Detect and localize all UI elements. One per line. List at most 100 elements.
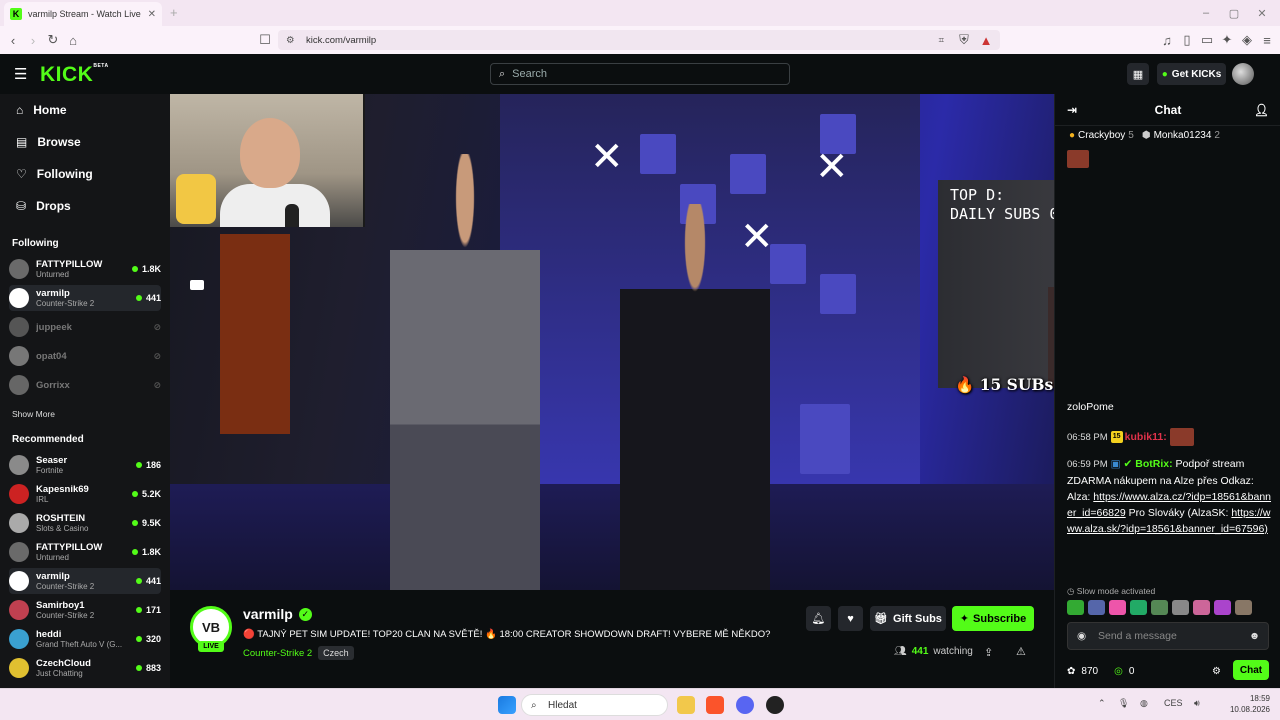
sidebar-channel[interactable]: CzechCloud Just Chatting 883	[9, 655, 161, 681]
viewer-count: 883	[145, 663, 161, 673]
language-tag[interactable]: Czech	[318, 646, 354, 660]
sidebar-channel[interactable]: varmilp Counter-Strike 2 441	[9, 285, 161, 311]
brave-browser-icon[interactable]	[706, 696, 724, 714]
channel-name[interactable]: varmilp	[243, 606, 293, 622]
emote-button[interactable]	[1214, 600, 1231, 615]
translate-icon[interactable]: ⌗	[939, 35, 944, 46]
taskbar-search-input[interactable]: ⌕ Hledat	[521, 694, 668, 716]
gifter-item[interactable]: ⬢ Monka01234 2	[1142, 130, 1220, 141]
back-icon[interactable]: ‹	[4, 31, 22, 49]
emote-button[interactable]	[1109, 600, 1126, 615]
wall-tile	[800, 404, 850, 474]
file-explorer-icon[interactable]	[677, 696, 695, 714]
chat-settings-badge-icon[interactable]: ◉	[1077, 630, 1086, 642]
sidebar-channel[interactable]: Seaser Fortnite 186	[9, 452, 161, 478]
maximize-icon[interactable]: ▢	[1224, 4, 1244, 22]
sidebar-channel[interactable]: Gorrixx ⊘	[9, 372, 161, 398]
emoji-icon[interactable]: ☻	[1249, 630, 1260, 642]
channel-viewers: 320	[135, 634, 161, 644]
network-icon[interactable]: ◍	[1140, 698, 1148, 709]
emote-button[interactable]	[1088, 600, 1105, 615]
vpn-icon[interactable]: ◈	[1238, 31, 1256, 49]
sidebar-channel[interactable]: FATTYPILLOW Unturned 1.8K	[9, 539, 161, 565]
wallet-icon[interactable]: ▭	[1198, 31, 1216, 49]
media-icon[interactable]: ♫	[1158, 31, 1176, 49]
new-tab-icon[interactable]: +	[170, 5, 178, 20]
sidebar-channel[interactable]: Samirboy1 Counter-Strike 2 171	[9, 597, 161, 623]
emote-button[interactable]	[1172, 600, 1189, 615]
notification-bell-button[interactable]: 🔔︎	[806, 606, 831, 631]
category-link[interactable]: Counter-Strike 2	[243, 648, 312, 659]
report-icon[interactable]: ⚠	[1016, 645, 1026, 658]
sidebar-channel[interactable]: FATTYPILLOW Unturned 1.8K	[9, 256, 161, 282]
close-window-icon[interactable]: ✕	[1252, 4, 1272, 22]
channel-game: Unturned	[36, 270, 69, 279]
sidebar-toggle-icon[interactable]: ▯	[1178, 31, 1196, 49]
kick-logo[interactable]: KICKBETA	[40, 63, 109, 87]
sidebar-channel[interactable]: juppeek ⊘	[9, 314, 161, 340]
tray-expand-icon[interactable]: ⌃	[1098, 698, 1106, 709]
chat-send-button[interactable]: Chat	[1233, 660, 1269, 680]
rewards-icon[interactable]: ▲	[977, 31, 995, 49]
sidebar-channel[interactable]: ROSHTEIN Slots & Casino 9.5K	[9, 510, 161, 536]
sidebar-channel[interactable]: Kapesnik69 IRL 5.2K	[9, 481, 161, 507]
url-field[interactable]: ⚙ kick.com/varmilp ⌗	[278, 30, 1000, 50]
clock-date: 10.08.2026	[1229, 705, 1270, 714]
channel-game: Just Chatting	[36, 669, 83, 678]
brave-shield-icon[interactable]: ⛨	[955, 31, 973, 49]
browser-tab[interactable]: K varmilp Stream - Watch Live ... ✕	[4, 2, 162, 26]
message-user[interactable]: kubik11:	[1125, 431, 1167, 443]
chat-users-icon[interactable]: 👤︎	[1254, 103, 1269, 117]
subscribe-button[interactable]: ✦ Subscribe	[952, 606, 1034, 631]
bookmark-icon[interactable]: ☐	[256, 31, 274, 49]
search-input[interactable]: ⌕ Search	[490, 63, 790, 85]
wall-tile	[730, 154, 766, 194]
nav-browse[interactable]: ▤ Browse	[16, 132, 81, 152]
leo-icon[interactable]: ✦	[1218, 31, 1236, 49]
get-kicks-button[interactable]: ● Get KICKs	[1157, 63, 1226, 85]
collapse-chat-icon[interactable]: ⇥	[1067, 103, 1077, 117]
nav-drops[interactable]: ⛁ Drops	[16, 196, 71, 216]
emote-button[interactable]	[1151, 600, 1168, 615]
emote-button[interactable]	[1067, 600, 1084, 615]
minimize-icon[interactable]: –	[1196, 4, 1216, 22]
sidebar-channel[interactable]: opat04 ⊘	[9, 343, 161, 369]
reload-icon[interactable]: ↻	[44, 31, 62, 49]
start-icon[interactable]	[498, 696, 516, 714]
search-icon: ⌕	[499, 67, 506, 80]
home-icon[interactable]: ⌂	[64, 31, 82, 49]
sidebar-channel[interactable]: heddi Grand Theft Auto V (G... 320	[9, 626, 161, 652]
user-avatar[interactable]	[1232, 63, 1254, 85]
nav-following[interactable]: ♡ Following	[16, 164, 93, 184]
gifter-name: Monka01234	[1153, 130, 1212, 141]
volume-icon[interactable]: 🔊︎	[1194, 698, 1200, 709]
emote-button[interactable]	[1193, 600, 1210, 615]
language-indicator[interactable]: CES	[1164, 698, 1183, 708]
gift-subs-button[interactable]: 🎁︎ Gift Subs	[870, 606, 946, 631]
site-info-icon[interactable]: ⚙	[286, 35, 295, 46]
forward-icon[interactable]: ›	[24, 31, 42, 49]
gifter-item[interactable]: ● Crackyboy 5	[1069, 130, 1134, 141]
show-more-link[interactable]: Show More	[12, 409, 55, 419]
dashboard-icon[interactable]: ▦	[1127, 63, 1149, 85]
discord-icon[interactable]	[736, 696, 754, 714]
stream-info: VB LIVE varmilp ✓ 🔴 TAJNÝ PET SIM UPDATE…	[170, 590, 1054, 688]
hamburger-menu-icon[interactable]: ☰	[14, 65, 27, 83]
channel-name: CzechCloud	[36, 658, 91, 669]
follow-button[interactable]: ♥	[838, 606, 863, 631]
mic-icon[interactable]: 🎙︎	[1118, 698, 1129, 709]
sidebar-channel[interactable]: varmilp Counter-Strike 2 441	[9, 568, 161, 594]
emote-button[interactable]	[1130, 600, 1147, 615]
obs-icon[interactable]	[766, 696, 784, 714]
share-icon[interactable]: ⇪	[984, 646, 993, 659]
message-user[interactable]: BotRix:	[1135, 458, 1172, 470]
close-tab-icon[interactable]: ✕	[148, 9, 156, 20]
nav-home[interactable]: ⌂ Home	[16, 100, 67, 120]
chat-settings-icon[interactable]: ⚙	[1212, 666, 1221, 677]
channel-info: Kapesnik69 IRL	[36, 484, 132, 504]
clock[interactable]: 18:59 10.08.2026	[1222, 693, 1270, 715]
offline-icon: ⊘	[153, 350, 161, 361]
menu-icon[interactable]: ≡	[1258, 31, 1276, 49]
chat-message-input[interactable]: ◉ Send a message ☻	[1067, 622, 1269, 650]
emote-button[interactable]	[1235, 600, 1252, 615]
